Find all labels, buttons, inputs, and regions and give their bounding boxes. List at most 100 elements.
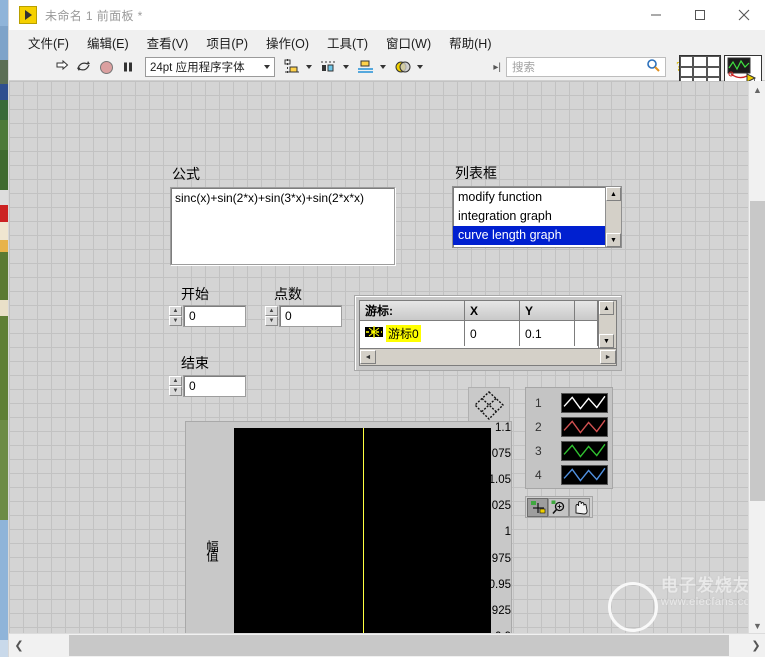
close-icon[interactable] (722, 0, 765, 30)
menu-project[interactable]: 项目(P) (197, 30, 257, 55)
scroll-left-icon[interactable]: ◄ (360, 350, 376, 364)
panel-horizontal-scrollbar[interactable]: ❮ ❯ (9, 633, 765, 657)
graph-plot-area[interactable] (234, 428, 491, 634)
scroll-right-icon[interactable]: ❯ (746, 639, 765, 652)
listbox-control[interactable]: modify function integration graph curve … (452, 186, 622, 248)
watermark-logo (608, 582, 658, 632)
chevron-down-icon (380, 65, 386, 69)
scroll-up-icon[interactable]: ▲ (606, 187, 621, 201)
plot-color-swatch[interactable] (561, 393, 608, 413)
resize-objects-tool[interactable] (356, 58, 386, 76)
end-stepper[interactable]: ▲ ▼ (169, 375, 182, 397)
plot-color-swatch[interactable] (561, 417, 608, 437)
menu-tools[interactable]: 工具(T) (318, 30, 377, 55)
watermark-url: www.elecfans.com (660, 596, 760, 608)
maximize-icon[interactable] (678, 0, 722, 30)
points-numeric-control[interactable]: ▲ ▼ 0 (265, 305, 342, 327)
chevron-down-icon (417, 65, 423, 69)
increment-icon[interactable]: ▲ (169, 306, 182, 316)
start-stepper[interactable]: ▲ ▼ (169, 305, 182, 327)
plot-color-swatch[interactable] (561, 441, 608, 461)
scroll-down-icon[interactable]: ▼ (599, 334, 614, 348)
y-tick-label: 1.075 (482, 448, 511, 460)
font-selector[interactable]: 24pt 应用程序字体 (145, 57, 275, 77)
increment-icon[interactable]: ▲ (169, 376, 182, 386)
cursor-name-text: 游标0 (386, 325, 421, 342)
decrement-icon[interactable]: ▼ (169, 316, 182, 326)
cursor-legend-vscrollbar[interactable]: ▲ ▼ (598, 301, 616, 348)
formula-string-input[interactable]: sinc(x)+sin(2*x)+sin(3*x)+sin(2*x*x) (170, 187, 395, 265)
table-row[interactable]: 游标0 0 0.1 (360, 321, 598, 346)
menu-help[interactable]: 帮助(H) (440, 30, 500, 55)
menu-window[interactable]: 窗口(W) (377, 30, 440, 55)
increment-icon[interactable]: ▲ (265, 306, 278, 316)
window-controls (634, 0, 765, 30)
scroll-up-icon[interactable]: ▲ (599, 301, 614, 315)
scroll-left-icon[interactable]: ❮ (9, 639, 29, 652)
abort-execution-icon[interactable] (95, 56, 117, 78)
vertical-scroll-thumb[interactable] (750, 201, 765, 501)
run-continuously-icon[interactable] (73, 56, 95, 78)
zoom-tool-icon[interactable] (548, 497, 569, 517)
reorder-objects-tool[interactable] (393, 58, 423, 76)
start-value[interactable]: 0 (183, 305, 246, 327)
cursor-movement-pad[interactable] (468, 387, 510, 425)
chevron-down-icon (343, 65, 349, 69)
cursor-tool-icon[interactable] (527, 497, 548, 517)
cursor-extra-cell[interactable] (575, 321, 598, 346)
cursor-name-cell[interactable]: 游标0 (360, 321, 465, 346)
graph-cursor-line[interactable] (362, 428, 364, 634)
end-value[interactable]: 0 (183, 375, 246, 397)
plot-name: 2 (535, 420, 542, 434)
listbox-label: 列表框 (455, 165, 497, 181)
scroll-right-icon[interactable]: ► (600, 350, 616, 364)
plot-legend-row[interactable]: 2 (526, 415, 612, 439)
list-item-selected[interactable]: curve length graph (453, 226, 605, 245)
align-objects-tool[interactable] (282, 58, 312, 76)
search-input[interactable]: 搜索 (506, 57, 666, 77)
cursor-legend-hscrollbar[interactable]: ◄ ► (360, 348, 616, 365)
cursor-y-cell[interactable]: 0.1 (520, 321, 575, 346)
plot-legend-row[interactable]: 4 (526, 463, 612, 487)
distribute-objects-tool[interactable] (319, 58, 349, 76)
minimize-icon[interactable] (634, 0, 678, 30)
scroll-down-icon[interactable]: ▼ (606, 233, 621, 247)
pan-tool-icon[interactable] (569, 497, 590, 517)
decrement-icon[interactable]: ▼ (265, 316, 278, 326)
horizontal-scroll-track[interactable] (29, 634, 746, 657)
points-stepper[interactable]: ▲ ▼ (265, 305, 278, 327)
search-expander-icon[interactable]: ▸| (493, 62, 501, 73)
column-header-extra (575, 301, 598, 320)
waveform-graph[interactable]: 1.1 1.075 1.05 1.025 1 0.975 0.95 0.925 … (185, 421, 512, 634)
menu-operate[interactable]: 操作(O) (257, 30, 318, 55)
plot-legend-row[interactable]: 1 (526, 391, 612, 415)
menu-edit[interactable]: 编辑(E) (78, 30, 138, 55)
plot-legend[interactable]: 1 2 3 4 (525, 387, 613, 489)
cursor-pad-diamond-icon (473, 391, 505, 420)
scroll-down-icon[interactable]: ▼ (749, 617, 765, 634)
start-label: 开始 (181, 286, 209, 302)
scroll-up-icon[interactable]: ▲ (749, 81, 765, 98)
pause-icon[interactable] (117, 56, 139, 78)
cursor-legend-table[interactable]: 游标: X Y 游标0 0 0.1 ▲ ▼ ◄ ► (359, 300, 617, 366)
front-panel-canvas[interactable]: 公式 sinc(x)+sin(2*x)+sin(3*x)+sin(2*x*x) … (9, 81, 765, 634)
list-item[interactable]: modify function (453, 188, 605, 207)
end-numeric-control[interactable]: ▲ ▼ 0 (169, 375, 246, 397)
menu-view[interactable]: 查看(V) (138, 30, 198, 55)
listbox-scrollbar[interactable]: ▲ ▼ (605, 187, 621, 247)
formula-label: 公式 (172, 166, 200, 182)
graph-palette[interactable] (525, 496, 593, 518)
menu-bar: 文件(F) 编辑(E) 查看(V) 项目(P) 操作(O) 工具(T) 窗口(W… (9, 30, 765, 54)
y-tick-label: 1.025 (482, 500, 511, 512)
start-numeric-control[interactable]: ▲ ▼ 0 (169, 305, 246, 327)
decrement-icon[interactable]: ▼ (169, 386, 182, 396)
plot-color-swatch[interactable] (561, 465, 608, 485)
menu-file[interactable]: 文件(F) (19, 30, 78, 55)
panel-vertical-scrollbar[interactable]: ▲ ▼ (748, 81, 765, 634)
horizontal-scroll-thumb[interactable] (69, 635, 729, 656)
run-arrow-icon[interactable] (51, 56, 73, 78)
list-item[interactable]: integration graph (453, 207, 605, 226)
cursor-x-cell[interactable]: 0 (465, 321, 520, 346)
points-value[interactable]: 0 (279, 305, 342, 327)
plot-legend-row[interactable]: 3 (526, 439, 612, 463)
